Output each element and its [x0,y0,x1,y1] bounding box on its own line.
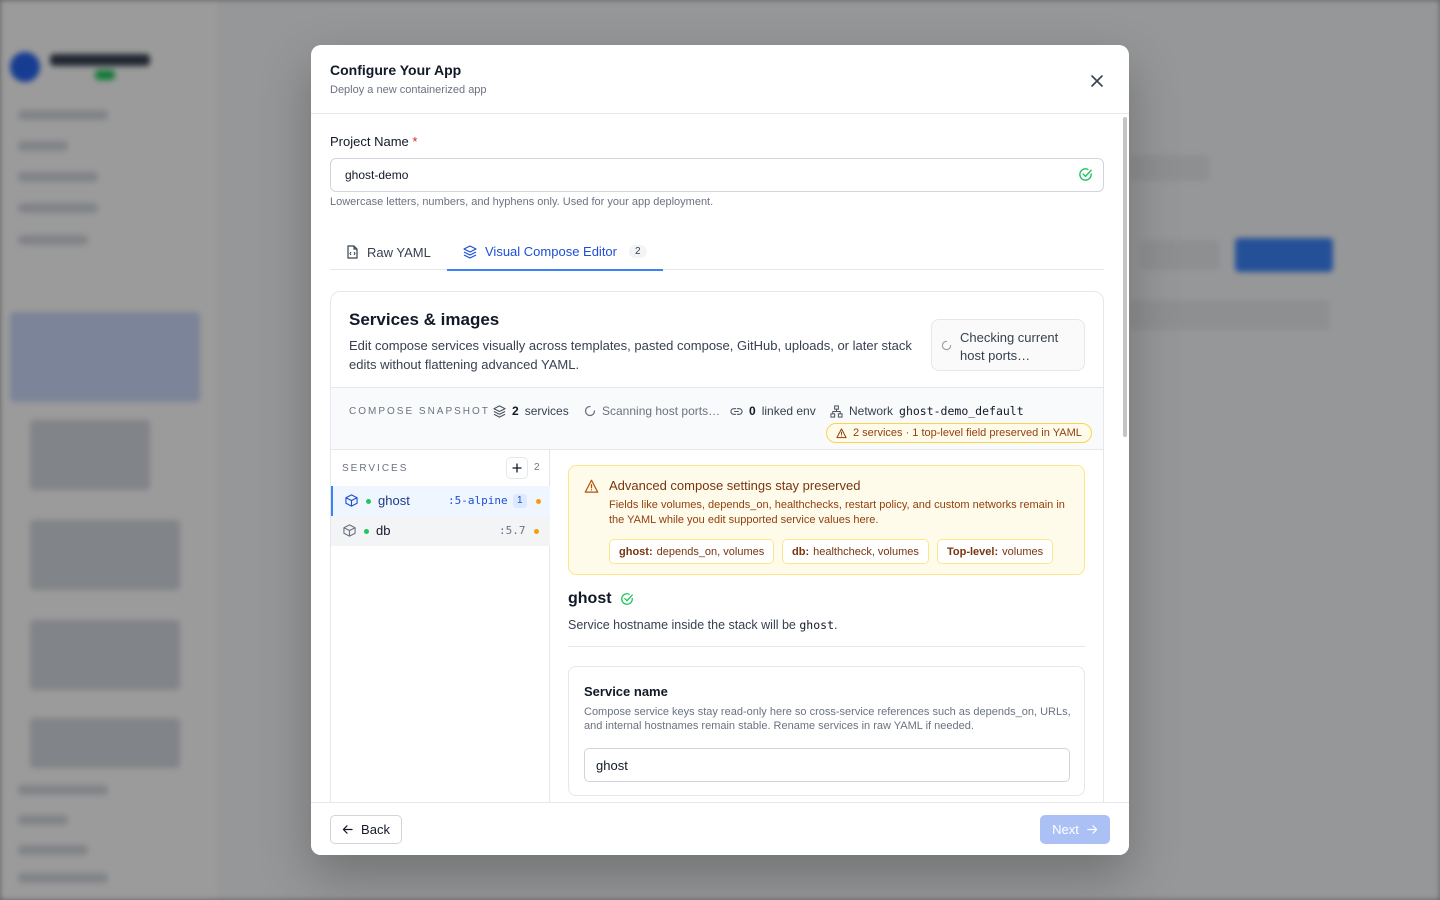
divider [568,646,1085,647]
add-service-button[interactable] [506,457,528,479]
tab-raw-yaml-label: Raw YAML [367,244,431,260]
services-card-description: Edit compose services visually across te… [349,338,912,372]
tab-visual-compose-editor[interactable]: Visual Compose Editor 2 [447,234,663,271]
preserved-fields-warning: 2 services · 1 top-level field preserved… [826,423,1092,443]
services-list-count: 2 [534,462,540,473]
service-name-input[interactable] [584,748,1070,782]
layers-icon [493,404,506,418]
preserved-chip-top-level: Top-level: volumes [937,539,1054,564]
advanced-notice-title: Advanced compose settings stay preserved [609,478,861,493]
modal-footer: Back Next [311,802,1129,855]
warning-icon [584,479,599,493]
loading-spinner-icon [941,340,952,351]
chip-key: Top-level: [947,545,999,558]
hostname-prefix: Service hostname inside the stack will b… [568,618,796,632]
network-name: ghost-demo_default [899,404,1024,418]
network-label: Network [849,404,894,418]
service-item-tag: :5.7 [499,524,526,537]
hostname-value: ghost [799,618,834,632]
linked-env-count: 0 [749,404,756,418]
chip-value: healthcheck, volumes [813,545,919,558]
modal-title: Configure Your App [330,62,462,78]
snapshot-label: COMPOSE SNAPSHOT [349,406,490,417]
preserved-chip-ghost: ghost: depends_on, volumes [609,539,775,564]
service-name-card: Service name Compose service keys stay r… [568,666,1085,796]
editor-tabs: Raw YAML Visual Compose Editor 2 [330,234,1104,271]
service-hostname-text: Service hostname inside the stack will b… [568,618,837,632]
snapshot-linked-env: 0 linked env [730,401,816,421]
service-item-tag: :5-alpine [448,494,508,507]
required-mark: * [412,134,418,149]
arrow-left-icon [342,825,353,834]
snapshot-scanning: Scanning host ports… [584,401,720,421]
service-name-title: Service name [584,684,668,699]
services-images-card: Services & images Edit compose services … [330,291,1104,802]
project-name-input[interactable] [330,158,1104,192]
chip-value: volumes [1002,545,1044,558]
chip-key: ghost: [619,545,653,558]
service-item-ghost[interactable]: ghost :5-alpine 1 [331,486,550,516]
service-item-db[interactable]: db :5.7 [331,516,550,546]
valid-check-icon [1079,168,1092,181]
hostname-suffix: . [834,618,838,632]
chip-key: db: [792,545,810,558]
snapshot-services: 2 services [493,401,569,421]
service-item-name: ghost [378,493,410,508]
service-detail-panel: Advanced compose settings stay preserved… [568,450,1086,802]
configure-app-modal: Configure Your App Deploy a new containe… [311,45,1129,855]
running-status-dot [366,499,371,504]
layers-icon [463,244,477,259]
tab-badge: 2 [629,245,647,258]
service-name-description: Compose service keys stay read-only here… [584,706,1071,732]
services-list: SERVICES 2 ghost :5-alpine 1 db:5.7 [331,450,550,802]
network-icon [830,404,843,418]
arrow-right-icon [1087,825,1098,834]
project-name-hint: Lowercase letters, numbers, and hyphens … [330,196,714,208]
advanced-settings-notice: Advanced compose settings stay preserved… [568,465,1085,575]
checking-status-text: Checking current host ports… [960,330,1059,363]
port-status-dot [536,499,541,504]
project-name-label: Project Name * [330,134,417,149]
modal-body[interactable]: Project Name * Lowercase letters, number… [311,114,1129,802]
port-status-dot [534,529,539,534]
preserved-fields-warning-text: 2 services · 1 top-level field preserved… [853,427,1082,439]
next-button[interactable]: Next [1040,815,1110,844]
modal-subtitle: Deploy a new containerized app [330,84,487,96]
chip-value: depends_on, volumes [656,545,765,558]
service-item-badge: 1 [513,494,527,508]
preserved-chip-db: db: healthcheck, volumes [782,539,929,564]
services-count-label: services [524,404,569,418]
services-list-heading: SERVICES [342,463,409,474]
plus-icon [512,463,522,473]
modal-scrollbar[interactable] [1123,117,1127,437]
back-button-label: Back [361,822,390,837]
service-item-name: db [376,523,391,538]
link-icon [730,407,743,415]
close-icon [1091,75,1103,87]
service-detail-name: ghost [568,590,612,607]
scanning-text: Scanning host ports… [602,404,721,418]
close-button[interactable] [1085,69,1109,93]
compose-snapshot-bar: COMPOSE SNAPSHOT 2 services Scanning hos… [331,387,1103,450]
tab-visual-compose-editor-label: Visual Compose Editor [485,244,617,259]
next-button-label: Next [1052,822,1079,837]
back-button[interactable]: Back [330,815,402,844]
project-name-label-text: Project Name [330,134,409,149]
tab-raw-yaml[interactable]: Raw YAML [330,234,447,270]
container-box-icon [343,524,356,537]
file-code-icon [347,245,358,259]
services-card-title: Services & images [349,310,500,329]
snapshot-network: Network ghost-demo_default [830,401,1024,421]
advanced-notice-body: Fields like volumes, depends_on, healthc… [609,499,1065,526]
linked-env-label: linked env [761,404,816,418]
warning-icon [836,427,847,438]
running-status-dot [364,529,369,534]
loading-spinner-icon [584,405,596,417]
valid-check-icon [620,593,633,605]
modal-header: Configure Your App Deploy a new containe… [311,45,1129,114]
checking-host-ports-status: Checking current host ports… [931,319,1085,371]
service-detail-title: ghost [568,590,634,608]
services-count: 2 [512,404,519,418]
container-box-icon [345,494,358,507]
